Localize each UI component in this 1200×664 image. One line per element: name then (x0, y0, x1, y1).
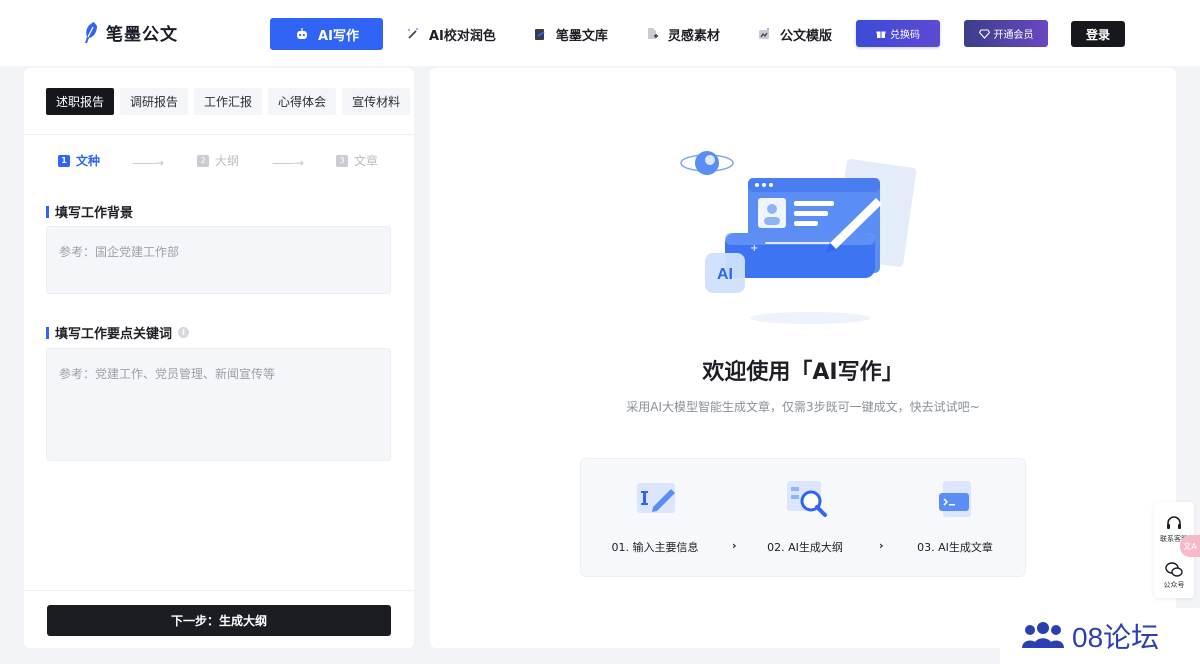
nav-ai-writing[interactable]: AI写作 (270, 18, 383, 50)
step-number: 1 (58, 154, 70, 167)
doc-type-tabs: 述职报告 调研报告 工作汇报 心得体会 宣传材料 (46, 88, 411, 115)
keywords-input[interactable]: 参考：党建工作、党员管理、新闻宣传等 (46, 348, 391, 461)
divider (24, 590, 414, 591)
step-arrow: ——→ (272, 156, 304, 170)
vip-label: 开通会员 (993, 30, 1034, 41)
login-button[interactable]: 登录 (1071, 21, 1125, 47)
nav-label: AI写作 (318, 28, 359, 44)
document-add-icon (647, 28, 658, 39)
background-input[interactable]: 参考：国企党建工作部 (46, 226, 391, 294)
headset-icon (1167, 516, 1181, 529)
vip-button[interactable]: 开通会员 (964, 20, 1048, 47)
how-to-step-article: 03. AI生成文章 (895, 459, 1015, 578)
keywords-label-text: 填写工作要点关键词 (55, 327, 173, 342)
top-header: 笔墨公文 AI写作 AI校对润色 笔墨文库 灵感素材 公文模版 兑换码 开通会员… (0, 0, 1200, 66)
nav-ai-proofread[interactable]: AI校对润色 (391, 18, 510, 50)
main-nav: AI写作 AI校对润色 笔墨文库 灵感素材 公文模版 (270, 18, 854, 50)
right-panel: AI + 欢迎使用「AI写作」 采用AI大模型智能生成文章，仅需3步既可一键成文… (430, 68, 1176, 648)
magic-wand-icon (408, 28, 418, 39)
robot-icon (297, 28, 308, 39)
how-to-label: 02. AI生成大纲 (767, 541, 843, 554)
logo-text: 笔墨公文 (106, 25, 178, 45)
left-panel: 述职报告 调研报告 工作汇报 心得体会 宣传材料 1 文种 ——→ 2 大纲 —… (24, 68, 414, 648)
edit-document-icon (637, 483, 675, 513)
type-tab[interactable]: 工作汇报 (194, 88, 263, 115)
how-to-label: 03. AI生成文章 (917, 541, 993, 554)
svg-text:+: + (750, 243, 758, 254)
wechat-button[interactable]: 公众号 (1154, 562, 1194, 590)
nav-library[interactable]: 笔墨文库 (518, 18, 622, 50)
step-article: 3 文章 (336, 152, 378, 169)
nav-inspiration[interactable]: 灵感素材 (630, 18, 734, 50)
divider (24, 134, 414, 135)
nav-label: AI校对润色 (429, 28, 496, 44)
how-to-label: 01. 输入主要信息 (611, 541, 699, 554)
type-tab[interactable]: 述职报告 (46, 88, 115, 115)
how-to-steps: 01. 输入主要信息 › 02. AI生成大纲 › 03. AI生成文章 (580, 458, 1026, 577)
gift-icon (876, 31, 886, 38)
step-doc-type: 1 文种 (58, 152, 100, 169)
diamond-icon (978, 28, 990, 39)
label-bar (46, 326, 49, 339)
step-arrow: ——→ (132, 156, 164, 170)
watermark-text: 08论坛 (1072, 622, 1160, 653)
how-to-arrow: › (732, 539, 737, 552)
redeem-label: 兑换码 (890, 30, 920, 41)
wechat-icon (1165, 562, 1183, 577)
nav-label: 灵感素材 (667, 28, 720, 44)
watermark: 08论坛 (1000, 608, 1200, 664)
library-icon (534, 29, 545, 40)
logo[interactable]: 笔墨公文 (82, 20, 178, 45)
step-outline: 2 大纲 (197, 152, 239, 169)
type-tab[interactable]: 心得体会 (268, 88, 337, 115)
nav-templates[interactable]: 公文模版 (742, 18, 846, 50)
type-tab[interactable]: 宣传材料 (342, 88, 411, 115)
how-to-arrow: › (879, 539, 884, 552)
translate-badge[interactable]: 文A (1180, 535, 1200, 557)
type-tab[interactable]: 调研报告 (120, 88, 189, 115)
background-label: 填写工作背景 (46, 202, 133, 221)
label-bar (46, 205, 49, 218)
how-to-step-input: 01. 输入主要信息 (595, 459, 715, 578)
next-step-button[interactable]: 下一步：生成大纲 (47, 605, 391, 636)
step-label: 大纲 (215, 154, 240, 168)
terminal-document-icon (939, 481, 971, 517)
welcome-title: 欢迎使用「AI写作」 (702, 360, 904, 385)
step-label: 文章 (354, 154, 379, 168)
welcome-subtitle: 采用AI大模型智能生成文章，仅需3步既可一键成文，快去试试吧~ (626, 400, 980, 414)
quill-logo-icon (85, 21, 97, 43)
search-document-icon (787, 481, 827, 517)
info-icon[interactable]: i (178, 327, 190, 338)
step-indicator: 1 文种 ——→ 2 大纲 ——→ 3 文章 (58, 152, 388, 172)
background-label-text: 填写工作背景 (55, 206, 134, 221)
nav-label: 笔墨文库 (555, 28, 608, 44)
wechat-label: 公众号 (1163, 581, 1185, 589)
step-number: 2 (197, 154, 209, 167)
ai-writing-illustration: AI + (680, 151, 917, 324)
step-label: 文种 (76, 154, 101, 168)
nav-label: 公文模版 (779, 28, 832, 44)
template-icon (758, 28, 769, 39)
people-group-icon (1022, 622, 1064, 648)
background-placeholder: 参考：国企党建工作部 (59, 245, 180, 259)
step-number: 3 (336, 154, 348, 167)
redeem-button[interactable]: 兑换码 (856, 20, 940, 47)
how-to-step-outline: 02. AI生成大纲 (745, 459, 865, 578)
ai-badge-text: AI (717, 266, 733, 283)
keywords-label: 填写工作要点关键词 i (46, 323, 190, 342)
keywords-placeholder: 参考：党建工作、党员管理、新闻宣传等 (59, 367, 276, 381)
